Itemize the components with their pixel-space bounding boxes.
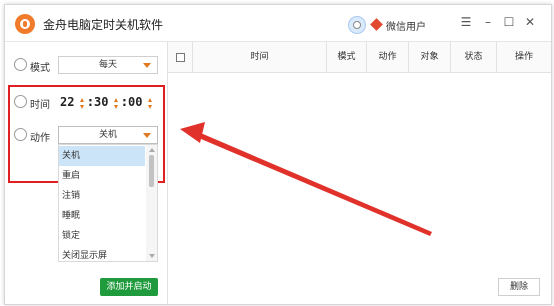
annotation-arrow [180, 122, 432, 236]
arrow-shaft [194, 131, 432, 236]
arrow-head [180, 122, 205, 143]
